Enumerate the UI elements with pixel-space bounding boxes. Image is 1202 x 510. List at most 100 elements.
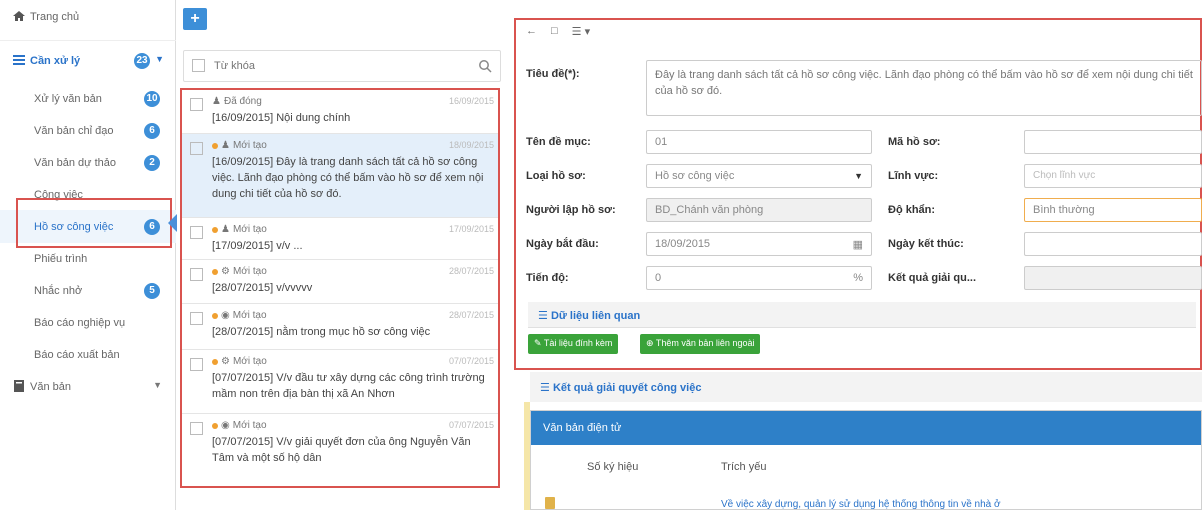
search-input[interactable]: [214, 57, 464, 75]
status-label: ⚙ Mới tạo: [212, 356, 267, 367]
add-button[interactable]: +: [183, 8, 207, 30]
list-item[interactable]: ⚙ Mới tạo 28/07/2015 [28/07/2015] v/vvvvv: [182, 260, 498, 304]
sidebar-item-label: Văn bản dự thảo: [34, 156, 116, 169]
case-list: ♟ Đã đóng 16/09/2015 [16/09/2015] Nội dun…: [180, 88, 500, 488]
start-date-field[interactable]: 18/09/2015 ▦: [646, 232, 872, 256]
status-text: Mới tạo: [232, 266, 267, 277]
sidebar-item-label: Cần xử lý: [30, 54, 81, 67]
sidebar-subitem[interactable]: Báo cáo nghiệp vụ: [0, 306, 176, 339]
type-select[interactable]: Hồ sơ công việc ▼: [646, 164, 872, 188]
row-checkbox[interactable]: [190, 98, 203, 111]
creator-label: Người lập hồ sơ:: [526, 204, 616, 216]
sidebar: Trang chủ Cần xử lý 23 ▼ Xử lý văn bản 10…: [0, 0, 176, 510]
field-select[interactable]: Chọn lĩnh vực: [1024, 164, 1202, 188]
select-all-checkbox[interactable]: [192, 59, 205, 72]
new-dot-icon: [212, 268, 218, 275]
list-item[interactable]: ♟ Đã đóng 16/09/2015 [16/09/2015] Nội dun…: [182, 90, 498, 134]
sidebar-item-label: Trang chủ: [30, 10, 80, 23]
user-icon: ♟: [221, 224, 230, 235]
end-date-field[interactable]: [1024, 232, 1202, 256]
save-icon[interactable]: □: [551, 25, 558, 37]
new-dot-icon: [212, 226, 218, 233]
sidebar-item-label: Báo cáo nghiệp vụ: [34, 316, 126, 329]
urgency-select[interactable]: Bình thường: [1024, 198, 1202, 222]
work-result-header: ☰ Kết quả giải quyết công việc: [530, 372, 1202, 402]
new-dot-icon: [212, 312, 218, 319]
list-icon: ☰: [538, 310, 548, 322]
row-checkbox[interactable]: [190, 312, 203, 325]
new-dot-icon: [212, 142, 218, 149]
list-toolbar: +: [177, 0, 502, 40]
count-badge: 6: [144, 218, 160, 235]
urgency-label: Độ khẩn:: [888, 204, 936, 216]
end-date-label: Ngày kết thúc:: [888, 238, 964, 250]
row-checkbox[interactable]: [190, 358, 203, 371]
row-checkbox[interactable]: [190, 226, 203, 239]
sidebar-item-home[interactable]: Trang chủ: [0, 0, 176, 33]
column-header-summary: Trích yếu: [721, 461, 767, 473]
sidebar-item-label: Nhắc nhở: [34, 284, 83, 297]
type-label: Loại hồ sơ:: [526, 170, 586, 182]
item-title: [17/09/2015] v/v ...: [212, 240, 303, 252]
status-label: ♟ Mới tạo: [212, 224, 267, 235]
sidebar-item-documents[interactable]: Văn bản ▼: [0, 370, 176, 403]
progress-field[interactable]: 0 %: [646, 266, 872, 290]
list-item[interactable]: ◉ Mới tạo 28/07/2015 [28/07/2015] nằm tro…: [182, 304, 498, 350]
sidebar-item-label: Văn bản: [30, 380, 71, 393]
search-bar: [183, 50, 501, 82]
row-checkbox[interactable]: [190, 422, 203, 435]
item-title: [07/07/2015] V/v giải quyết đơn của ông …: [212, 436, 471, 464]
row-checkbox[interactable]: [190, 268, 203, 281]
sidebar-subitem[interactable]: Nhắc nhở 5: [0, 274, 176, 307]
creator-field[interactable]: BD_Chánh văn phòng: [646, 198, 872, 222]
column-header-number: Số ký hiệu: [587, 461, 639, 473]
code-field[interactable]: [1024, 130, 1202, 154]
result-field[interactable]: [1024, 266, 1202, 290]
attach-files-button[interactable]: ✎ Tài liệu đính kèm: [528, 334, 619, 354]
back-icon[interactable]: ←: [526, 25, 537, 37]
list-item[interactable]: ♟ Mới tạo 17/09/2015 [17/09/2015] v/v ...: [182, 218, 498, 260]
related-data-title: Dữ liệu liên quan: [550, 310, 641, 322]
item-date: 07/07/2015: [448, 356, 494, 366]
sidebar-subitem[interactable]: Báo cáo xuất bản: [0, 338, 176, 371]
calendar-icon[interactable]: ▦: [853, 238, 863, 251]
document-icon[interactable]: [545, 497, 555, 509]
chevron-down-icon[interactable]: ▼: [153, 380, 162, 390]
search-icon[interactable]: [478, 59, 492, 73]
sidebar-subitem[interactable]: Hồ sơ công việc 6: [0, 210, 176, 243]
heading-label: Tên đề mục:: [526, 136, 591, 148]
list-item[interactable]: ◉ Mới tạo 07/07/2015 [07/07/2015] V/v giả…: [182, 414, 498, 486]
chevron-down-icon: ▼: [854, 171, 863, 181]
case-form: ← □ ☰ ▾ Tiêu đề(*): Đây là trang danh sá…: [514, 18, 1202, 370]
chevron-down-icon[interactable]: ▼: [155, 54, 164, 64]
sidebar-item-pending[interactable]: Cần xử lý 23 ▼: [0, 44, 176, 77]
sidebar-subitem[interactable]: Xử lý văn bản 10: [0, 82, 176, 115]
add-external-document-button[interactable]: ⊕ Thêm văn bản liên ngoài: [640, 334, 761, 354]
list-item[interactable]: ⚙ Mới tạo 07/07/2015 [07/07/2015] V/v đầu…: [182, 350, 498, 414]
percent-unit: %: [853, 272, 863, 284]
e-document-panel: Văn bản điện tử Số ký hiệu Trích yếu Về …: [530, 410, 1202, 510]
status-label: ⚙ Mới tạo: [212, 266, 267, 277]
row-checkbox[interactable]: [190, 142, 203, 155]
paperclip-icon: ✎: [534, 338, 542, 348]
result-label: Kết quả giải qu...: [888, 272, 977, 284]
list-icon: ☰: [540, 382, 550, 394]
heading-field[interactable]: 01: [646, 130, 872, 154]
status-label: ♟ Đã đóng: [212, 96, 262, 107]
status-text: Mới tạo: [232, 420, 267, 431]
sidebar-subitem[interactable]: Công việc: [0, 178, 176, 211]
title-field[interactable]: Đây là trang danh sách tất cả hồ sơ công…: [646, 60, 1202, 116]
item-date: 17/09/2015: [448, 224, 494, 234]
attach-files-label: Tài liệu đính kèm: [543, 338, 613, 348]
sidebar-subitem[interactable]: Văn bản dự thảo 2: [0, 146, 176, 179]
menu-icon[interactable]: ☰ ▾: [572, 25, 590, 38]
status-text: Mới tạo: [232, 224, 267, 235]
sidebar-subitem[interactable]: Văn bản chỉ đạo 6: [0, 114, 176, 147]
item-title: [16/09/2015] Đây là trang danh sách tất …: [212, 156, 484, 200]
count-badge: 6: [144, 122, 160, 139]
list-item[interactable]: ♟ Mới tạo 18/09/2015 [16/09/2015] Đây là …: [182, 134, 498, 218]
sidebar-subitem[interactable]: Phiếu trình: [0, 242, 176, 275]
sidebar-item-label: Văn bản chỉ đạo: [34, 124, 114, 137]
document-summary-link[interactable]: Về việc xây dựng, quản lý sử dụng hệ thố…: [721, 499, 1001, 510]
item-title: [28/07/2015] v/vvvvv: [212, 282, 313, 294]
